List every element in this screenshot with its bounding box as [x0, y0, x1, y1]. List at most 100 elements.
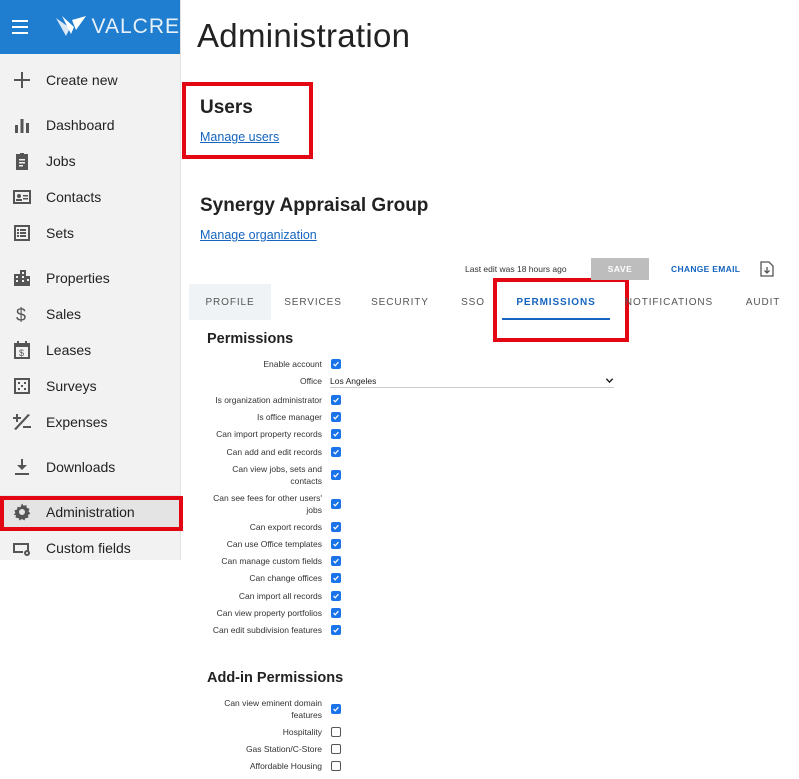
manage-organization-link[interactable]: Manage organization — [200, 228, 317, 242]
permission-label: Can edit subdivision features — [212, 625, 322, 635]
valcre-logo[interactable]: VALCRE — [54, 14, 180, 40]
permission-row: Can use Office templates — [200, 538, 620, 550]
sidebar-item-label: Jobs — [46, 153, 76, 169]
tab-permissions[interactable]: PERMISSIONS — [502, 284, 610, 320]
sidebar-item-dashboard[interactable]: Dashboard — [0, 108, 181, 142]
permission-checkbox[interactable] — [331, 608, 341, 618]
tab-audit[interactable]: AUDIT — [737, 284, 789, 320]
permission-label: Is organization administrator — [215, 395, 322, 405]
buildings-icon — [10, 266, 34, 290]
chevron-down-icon — [605, 378, 614, 384]
permission-row: Can import all records — [200, 590, 620, 602]
admin-tabs: PROFILE SERVICES SECURITY SSO PERMISSION… — [189, 284, 799, 320]
change-email-button[interactable]: CHANGE EMAIL — [671, 264, 740, 274]
tab-services[interactable]: SERVICES — [271, 284, 355, 320]
permission-row: Can export records — [200, 521, 620, 533]
permission-checkbox[interactable] — [331, 447, 341, 457]
sidebar-item-downloads[interactable]: Downloads — [0, 450, 181, 484]
sidebar-item-label: Dashboard — [46, 117, 115, 133]
permission-checkbox[interactable] — [331, 470, 341, 480]
permission-checkbox[interactable] — [331, 412, 341, 422]
permission-checkbox[interactable] — [331, 539, 341, 549]
sidebar-item-label: Contacts — [46, 189, 102, 205]
sidebar-item-sets[interactable]: Sets — [0, 216, 181, 250]
permission-checkbox[interactable] — [331, 727, 341, 737]
permission-checkbox[interactable] — [331, 744, 341, 754]
permission-checkbox[interactable] — [331, 499, 341, 509]
sidebar-item-label: Surveys — [46, 378, 97, 394]
permission-row: Can view property portfolios — [200, 607, 620, 619]
sidebar: VALCRE Create new Dashboard Jobs Contact… — [0, 0, 181, 560]
permission-row: Can add and edit records — [200, 446, 620, 458]
dollar-icon: $ — [10, 302, 34, 326]
hamburger-menu-icon[interactable] — [12, 20, 28, 34]
sidebar-item-contacts[interactable]: Contacts — [0, 180, 181, 214]
sidebar-item-label: Leases — [46, 342, 92, 358]
calendar-dollar-icon: $ — [10, 338, 34, 362]
permission-checkbox[interactable] — [331, 591, 341, 601]
permission-label: Can view eminent domain features — [224, 698, 322, 720]
permission-label: Can view jobs, sets and contacts — [232, 464, 322, 486]
brand-name: VALCRE — [91, 15, 180, 38]
permission-label: Can export records — [249, 522, 322, 532]
office-select-value: Los Angeles — [330, 375, 377, 386]
gear-icon — [10, 500, 34, 524]
svg-text:$: $ — [19, 348, 24, 358]
permission-label: Can import all records — [238, 591, 322, 601]
export-file-icon[interactable] — [760, 261, 774, 277]
permission-row: Can view jobs, sets and contacts — [200, 463, 620, 487]
permission-checkbox[interactable] — [331, 395, 341, 405]
sidebar-item-jobs[interactable]: Jobs — [0, 144, 181, 178]
brand-bar: VALCRE — [0, 0, 180, 54]
permission-row: Is office manager — [200, 411, 620, 423]
office-select[interactable]: Los Angeles — [330, 374, 614, 388]
addin-permissions-title: Add-in Permissions — [207, 670, 344, 686]
permission-row: Can see fees for other users' jobs — [200, 492, 620, 516]
contact-card-icon — [10, 185, 34, 209]
permission-row: Can manage custom fields — [200, 555, 620, 567]
svg-text:$: $ — [16, 305, 26, 324]
permission-label: Hospitality — [282, 727, 322, 737]
tab-security[interactable]: SECURITY — [355, 284, 445, 320]
list-icon — [10, 221, 34, 245]
sidebar-item-surveys[interactable]: Surveys — [0, 369, 181, 403]
permission-checkbox[interactable] — [331, 556, 341, 566]
sidebar-item-administration[interactable]: Administration — [0, 495, 181, 529]
survey-grid-icon — [10, 374, 34, 398]
permission-label: Can see fees for other users' jobs — [213, 493, 322, 515]
manage-users-link[interactable]: Manage users — [200, 130, 279, 144]
sidebar-item-label: Downloads — [46, 459, 116, 475]
permission-row: Can import property records — [200, 428, 620, 440]
sidebar-item-label: Properties — [46, 270, 110, 286]
permission-label: Can manage custom fields — [221, 556, 322, 566]
permission-label: Is office manager — [256, 412, 322, 422]
sidebar-item-properties[interactable]: Properties — [0, 261, 181, 295]
plus-icon — [10, 68, 34, 92]
sidebar-item-sales[interactable]: $ Sales — [0, 297, 181, 331]
sidebar-item-label: Sets — [46, 225, 75, 241]
tab-sso[interactable]: SSO — [445, 284, 501, 320]
plus-minus-icon — [10, 410, 34, 434]
permission-checkbox[interactable] — [331, 761, 341, 771]
permission-checkbox[interactable] — [331, 625, 341, 635]
save-button[interactable]: SAVE — [591, 258, 649, 280]
permission-label: Can import property records — [216, 429, 322, 439]
custom-fields-icon — [10, 536, 34, 560]
sidebar-item-leases[interactable]: $ Leases — [0, 333, 181, 367]
tab-profile[interactable]: PROFILE — [189, 284, 271, 320]
sidebar-item-label: Administration — [46, 504, 135, 520]
sidebar-item-create-new[interactable]: Create new — [0, 63, 181, 97]
tab-notifications[interactable]: NOTIFICATIONS — [621, 284, 717, 320]
permission-checkbox[interactable] — [331, 522, 341, 532]
page-title: Administration — [197, 17, 411, 54]
sidebar-item-expenses[interactable]: Expenses — [0, 405, 181, 439]
addin-permission-row: Can view eminent domain features — [200, 697, 620, 721]
permission-label: Office — [299, 376, 322, 386]
permission-checkbox[interactable] — [331, 573, 341, 583]
permission-checkbox[interactable] — [331, 429, 341, 439]
permission-checkbox[interactable] — [331, 359, 341, 369]
permission-checkbox[interactable] — [331, 704, 341, 714]
sidebar-item-custom-fields[interactable]: Custom fields — [0, 531, 181, 565]
users-highlight — [182, 82, 313, 159]
org-section-title: Synergy Appraisal Group — [200, 195, 429, 216]
